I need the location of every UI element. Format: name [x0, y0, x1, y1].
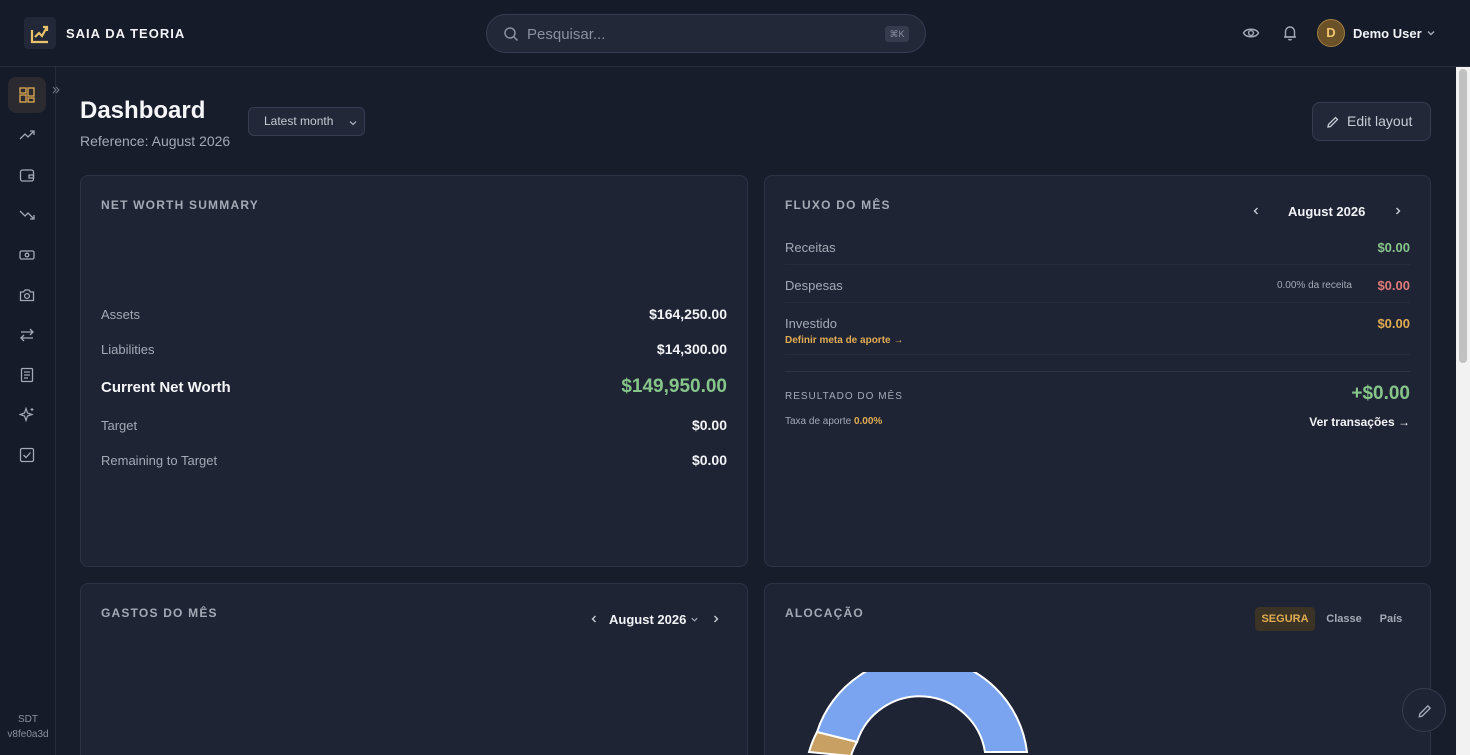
- despesas-label: Despesas: [785, 278, 843, 293]
- card-title: NET WORTH SUMMARY: [101, 198, 259, 212]
- fluxo-card: FLUXO DO MÊS August 2026 Receitas $0.00 …: [764, 175, 1431, 567]
- user-name[interactable]: Demo User: [1353, 26, 1422, 41]
- bell-icon[interactable]: [1281, 24, 1299, 42]
- search-bar[interactable]: ⌘K: [486, 14, 926, 53]
- page-scrollbar[interactable]: [1456, 67, 1470, 755]
- banknote-icon: [19, 250, 35, 260]
- report-icon: [20, 367, 34, 383]
- allocation-donut: [807, 672, 1029, 755]
- camera-icon: [19, 289, 35, 302]
- divider: [785, 302, 1410, 303]
- logo[interactable]: [24, 17, 56, 49]
- card-title: GASTOS DO MÊS: [101, 606, 218, 620]
- chevron-right-icon[interactable]: [1393, 206, 1403, 216]
- sidebar-item-insights[interactable]: [8, 397, 46, 433]
- sidebar-item-snapshot[interactable]: [8, 277, 46, 313]
- checkbox-icon: [19, 447, 35, 463]
- floating-edit-button[interactable]: [1402, 688, 1446, 732]
- pencil-icon: [1327, 116, 1339, 128]
- remaining-label: Remaining to Target: [101, 453, 218, 468]
- transfer-icon: [20, 328, 34, 342]
- version-label: SDT: [18, 714, 38, 725]
- edit-layout-label: Edit layout: [1347, 113, 1413, 129]
- net-worth-value: $149,950.00: [621, 376, 727, 397]
- search-icon: [504, 27, 519, 42]
- period-select-value: Latest month: [264, 114, 334, 128]
- edit-layout-button[interactable]: Edit layout: [1312, 102, 1431, 141]
- dashboard-icon: [19, 87, 35, 103]
- sidebar-item-tasks[interactable]: [8, 437, 46, 473]
- sidebar-item-reports[interactable]: [8, 357, 46, 393]
- sparkles-icon: [19, 407, 34, 423]
- top-bar: SAIA DA TEORIA ⌘K D Demo User: [0, 0, 1470, 67]
- target-value: $0.00: [691, 417, 727, 433]
- sidebar-item-dashboard[interactable]: [8, 77, 46, 113]
- chevron-down-icon[interactable]: [690, 615, 699, 624]
- chevron-down-icon: [349, 121, 357, 126]
- net-worth-card: NET WORTH SUMMARY Assets $164,250.00 Lia…: [80, 175, 748, 567]
- card-title: FLUXO DO MÊS: [785, 198, 891, 212]
- avatar[interactable]: D: [1317, 19, 1345, 47]
- search-input[interactable]: [527, 24, 857, 44]
- assets-value: $164,250.00: [649, 306, 727, 322]
- divider: [785, 264, 1410, 265]
- ver-transacoes-link[interactable]: Ver transações →: [1309, 415, 1410, 429]
- investido-value: $0.00: [1377, 316, 1410, 331]
- taxa-aporte: Taxa de aporte 0.00%: [785, 416, 882, 427]
- liabilities-value: $14,300.00: [656, 341, 727, 357]
- wallet-icon: [19, 169, 35, 182]
- despesas-percent: 0.00% da receita: [1276, 280, 1352, 291]
- investido-label: Investido: [785, 316, 838, 331]
- sidebar-item-cash[interactable]: [8, 237, 46, 273]
- despesas-value: $0.00: [1377, 278, 1410, 293]
- trending-down-icon: [19, 210, 35, 220]
- tab-segura[interactable]: SEGURA: [1255, 607, 1315, 631]
- pencil-icon: [1418, 704, 1432, 718]
- card-title: ALOCAÇÃO: [785, 606, 864, 620]
- assets-label: Assets: [101, 307, 141, 322]
- scrollbar-thumb[interactable]: [1459, 69, 1467, 363]
- tab-classe[interactable]: Classe: [1319, 607, 1369, 631]
- net-worth-label: Current Net Worth: [101, 379, 231, 396]
- sidebar-item-expenses[interactable]: [8, 197, 46, 233]
- chevron-left-icon[interactable]: [1251, 206, 1261, 216]
- expand-sidebar-icon[interactable]: [51, 85, 61, 95]
- remaining-value: $0.00: [691, 452, 727, 468]
- reference-date: Reference: August 2026: [80, 133, 231, 149]
- trending-up-icon: [19, 130, 35, 140]
- tab-pais[interactable]: País: [1373, 607, 1409, 631]
- alocacao-card: ALOCAÇÃO SEGURA Classe País: [764, 583, 1431, 755]
- chevron-right-icon[interactable]: [711, 614, 721, 624]
- sidebar: SDT v8fe0a3d: [0, 67, 60, 755]
- resultado-label: RESULTADO DO MÊS: [785, 391, 903, 402]
- month-label[interactable]: August 2026: [609, 612, 686, 627]
- divider: [785, 354, 1410, 355]
- chevron-down-icon[interactable]: [1426, 28, 1436, 38]
- version-hash: v8fe0a3d: [7, 729, 49, 740]
- search-shortcut-badge: ⌘K: [885, 26, 909, 42]
- period-select[interactable]: Latest month: [248, 107, 365, 136]
- chevron-left-icon[interactable]: [589, 614, 599, 624]
- resultado-value: +$0.00: [1351, 383, 1410, 404]
- receitas-value: $0.00: [1377, 240, 1410, 255]
- taxa-value: 0.00%: [853, 416, 883, 427]
- month-label: August 2026: [1288, 204, 1366, 219]
- sidebar-item-growth[interactable]: [8, 117, 46, 153]
- divider: [785, 371, 1410, 372]
- page-title: Dashboard: [80, 97, 206, 124]
- receitas-label: Receitas: [785, 240, 836, 255]
- taxa-label: Taxa de aporte: [785, 416, 852, 427]
- logo-icon: [30, 25, 49, 44]
- sidebar-item-wallet[interactable]: [8, 157, 46, 193]
- gastos-card: GASTOS DO MÊS August 2026: [80, 583, 748, 755]
- liabilities-label: Liabilities: [101, 342, 155, 357]
- sidebar-item-transfers[interactable]: [8, 317, 46, 353]
- target-label: Target: [101, 418, 138, 433]
- brand-name: SAIA DA TEORIA: [66, 26, 186, 41]
- definir-meta-link[interactable]: Definir meta de aporte →: [785, 335, 903, 346]
- eye-icon[interactable]: [1242, 24, 1260, 42]
